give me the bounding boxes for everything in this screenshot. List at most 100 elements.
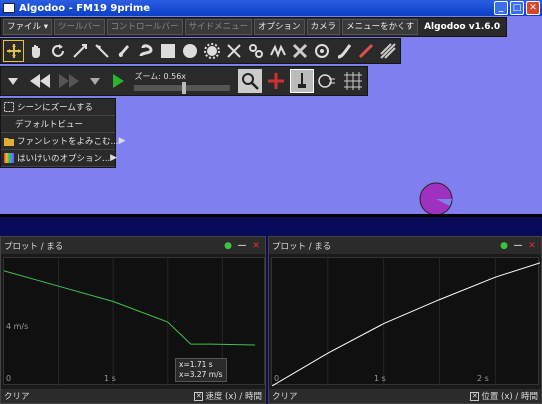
plot-header: プロット / まる ● — ✕: [269, 237, 541, 254]
position-chart: [271, 258, 541, 387]
close-icon[interactable]: ✕: [526, 240, 538, 252]
chevron-down-icon[interactable]: [3, 70, 24, 92]
tooltip-time: x=1.71 s: [179, 360, 213, 369]
menu-toolbar[interactable]: ツールバー: [53, 19, 105, 35]
tracer-tool-icon[interactable]: [333, 40, 354, 62]
plot-window-position: プロット / まる ● — ✕ 0 1 s 2 s クリア ✕ 位置 (x) /…: [268, 236, 542, 404]
x-tick-label: 1 s: [374, 374, 386, 383]
folder-icon: [4, 136, 14, 146]
background-options-label: はいけいのオプション...: [17, 154, 111, 164]
maximize-button[interactable]: □: [510, 1, 524, 15]
x-tick-label: 0: [6, 374, 12, 383]
chain-tool-icon[interactable]: [245, 40, 266, 62]
load-phunlet-label: ファンレットをよみこむ...: [17, 137, 119, 147]
window-title-bar: Algodoo - FM19 9prime _ □ ✕: [0, 0, 542, 16]
plot-area-velocity[interactable]: 4 m/s 0 1 s 2 s x=1.71 s x=3.27 m/s: [3, 257, 265, 386]
gear-tool-icon[interactable]: [201, 40, 222, 62]
menu-sidemenu[interactable]: サイドメニュー: [184, 19, 253, 35]
circle-tool-icon[interactable]: [179, 40, 200, 62]
brush-tool-icon[interactable]: [113, 40, 134, 62]
close-button[interactable]: ✕: [526, 1, 540, 15]
speed-dropdown-icon[interactable]: [85, 70, 106, 92]
eye-icon[interactable]: ●: [498, 240, 510, 252]
circle-object[interactable]: [419, 182, 453, 216]
spring-tool-icon[interactable]: [135, 40, 156, 62]
close-icon[interactable]: ✕: [250, 240, 262, 252]
plot-title: プロット / まる: [4, 241, 64, 252]
zoom-to-scene-label: シーンにズームする: [17, 103, 93, 113]
x-tick-label: 1 s: [104, 374, 116, 383]
axis-selector-label: 位置 (x) / 時間: [481, 392, 538, 402]
plot-title: プロット / まる: [272, 241, 332, 252]
knife-tool-icon[interactable]: [91, 40, 112, 62]
air-resistance-icon[interactable]: [316, 69, 340, 93]
minimize-button[interactable]: _: [494, 1, 508, 15]
menu-camera[interactable]: カメラ: [306, 19, 341, 35]
axis-selector[interactable]: ✕ 位置 (x) / 時間: [470, 390, 538, 402]
app-icon: [3, 3, 15, 13]
rotate-tool-icon[interactable]: [47, 40, 68, 62]
selector-close-icon[interactable]: ✕: [194, 391, 204, 401]
plot-area-position[interactable]: 0 1 s 2 s: [271, 257, 541, 387]
tool-bar: [0, 38, 401, 64]
zoom-label: ズーム: 0.56x: [134, 72, 187, 81]
menu-options[interactable]: オプション: [254, 19, 305, 35]
cross-tool-icon[interactable]: [289, 40, 310, 62]
axle-tool-icon[interactable]: [223, 40, 244, 62]
box-tool-icon[interactable]: [157, 40, 178, 62]
version-label: Algodoo v1.6.0: [424, 22, 501, 32]
eraser-tool-icon[interactable]: [377, 40, 398, 62]
zoom-to-scene-item[interactable]: シーンにズームする: [1, 99, 115, 116]
menu-file[interactable]: ファイル ▾: [3, 19, 52, 35]
window-title: Algodoo - FM19 9prime: [19, 2, 151, 14]
simulation-bar: ズーム: 0.56x: [0, 66, 368, 96]
plot-footer: クリア ✕ 速度 (x) / 時間: [1, 389, 265, 403]
zoom-slider[interactable]: [134, 82, 231, 94]
move-tool-icon[interactable]: [3, 40, 24, 62]
y-tick-label: 4 m/s: [6, 322, 29, 331]
clear-button[interactable]: クリア: [4, 390, 30, 402]
thruster-tool-icon[interactable]: [311, 40, 332, 62]
selector-close-icon[interactable]: ✕: [470, 391, 480, 401]
x-tick-label: 2 s: [477, 374, 489, 383]
fast-forward-icon[interactable]: [55, 70, 83, 92]
submenu-arrow-icon: ▶: [118, 136, 126, 146]
zigzag-tool-icon[interactable]: [267, 40, 288, 62]
minimize-icon[interactable]: —: [512, 240, 524, 252]
minimize-icon[interactable]: —: [236, 240, 248, 252]
menu-controlbar[interactable]: コントロールバー: [106, 19, 183, 35]
menu-bar: ファイル ▾ ツールバー コントロールバー サイドメニュー オプション カメラ …: [0, 17, 508, 37]
gravity-icon[interactable]: [289, 69, 314, 93]
background-options-item[interactable]: はいけいのオプション... ▶: [1, 150, 118, 167]
clear-button[interactable]: クリア: [272, 390, 298, 402]
plot-header: プロット / まる ● — ✕: [1, 237, 265, 254]
axis-selector[interactable]: ✕ 速度 (x) / 時間: [194, 390, 262, 402]
zoom-to-scene-icon: [4, 102, 14, 112]
series-line: [271, 262, 541, 387]
zoom-control[interactable]: ズーム: 0.56x: [134, 71, 231, 94]
magnifier-icon[interactable]: [238, 69, 263, 93]
default-view-item[interactable]: デフォルトビュー: [1, 116, 115, 133]
load-phunlet-item[interactable]: ファンレットをよみこむ... ▶: [1, 133, 126, 150]
x-tick-label: 0: [274, 374, 280, 383]
velocity-chart: [3, 258, 256, 386]
plot-footer: クリア ✕ 位置 (x) / 時間: [269, 389, 541, 403]
laser-tool-icon[interactable]: [355, 40, 376, 62]
menu-hide[interactable]: メニューをかくす: [342, 19, 419, 35]
grid-icon[interactable]: [341, 69, 365, 93]
tooltip-value: x=3.27 m/s: [179, 370, 223, 379]
submenu-arrow-icon: ▶: [110, 153, 118, 163]
default-view-label: デフォルトビュー: [15, 120, 84, 130]
eye-icon[interactable]: ●: [222, 240, 234, 252]
rewind-icon[interactable]: [26, 70, 54, 92]
zoom-slider-thumb[interactable]: [182, 82, 187, 94]
plot-window-velocity: プロット / まる ● — ✕ 4 m/s 0 1 s 2 s x=1.71 s…: [0, 236, 266, 404]
drag-layer-icon[interactable]: [264, 69, 288, 93]
play-icon[interactable]: [108, 70, 129, 92]
plot-tooltip: x=1.71 s x=3.27 m/s: [175, 358, 227, 382]
hand-tool-icon[interactable]: [25, 40, 46, 62]
background-color-icon: [4, 153, 14, 163]
view-menu-panel: シーンにズームする デフォルトビュー ファンレットをよみこむ... ▶ はいけい…: [0, 98, 126, 168]
scale-tool-icon[interactable]: [69, 40, 90, 62]
series-line: [3, 270, 256, 346]
